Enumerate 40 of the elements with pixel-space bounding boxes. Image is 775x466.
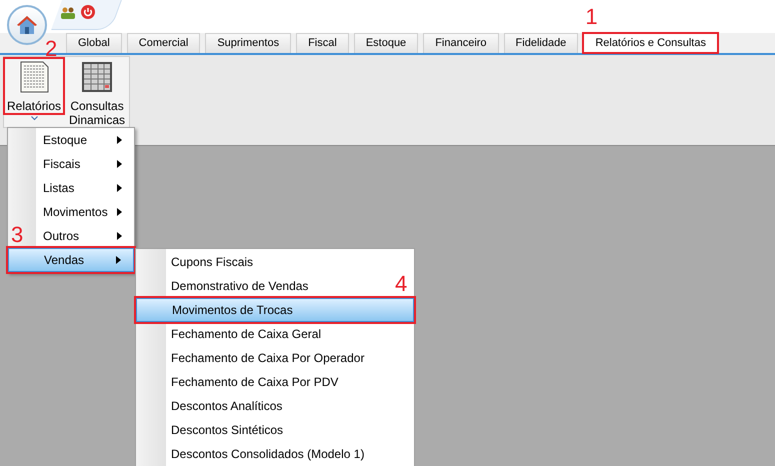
menu-item[interactable]: Fechamento de Caixa Geral bbox=[164, 322, 334, 346]
ribbon-button[interactable]: Relatórios bbox=[5, 59, 64, 113]
menu-item[interactable]: Movimentos bbox=[36, 200, 134, 224]
menu-item[interactable]: Cupons Fiscais bbox=[164, 250, 266, 274]
annotation-number: 4 bbox=[395, 273, 408, 295]
ribbon-tab[interactable]: Fiscal bbox=[296, 33, 349, 53]
users-icon[interactable] bbox=[61, 7, 75, 19]
ribbon-button[interactable]: Consultas Dinamicas bbox=[66, 59, 128, 127]
submenu-arrow-icon bbox=[117, 184, 122, 192]
power-icon[interactable] bbox=[81, 5, 95, 19]
menu-item[interactable]: Vendas bbox=[8, 248, 134, 272]
document-icon bbox=[18, 61, 50, 93]
menu-item[interactable]: Listas bbox=[36, 176, 134, 200]
submenu-arrow-icon bbox=[117, 160, 122, 168]
ribbon-tab[interactable]: Financeiro bbox=[423, 33, 499, 53]
ribbon-tab[interactable]: Relatórios e Consultas bbox=[583, 33, 718, 53]
menu-item[interactable]: Movimentos de Trocas bbox=[136, 298, 414, 322]
ribbon-tab[interactable]: Estoque bbox=[354, 33, 418, 53]
menu-item[interactable]: Descontos Consolidados (Modelo 1) bbox=[164, 442, 376, 466]
ribbon-tab[interactable]: Comercial bbox=[126, 33, 200, 53]
menu-item[interactable]: Estoque bbox=[36, 128, 134, 152]
menu-item[interactable]: Demonstrativo de Vendas bbox=[164, 274, 320, 298]
ribbon-tab[interactable]: Suprimentos bbox=[205, 33, 292, 53]
submenu-arrow-icon bbox=[117, 232, 122, 240]
chevron-down-icon[interactable] bbox=[30, 116, 38, 121]
house-icon bbox=[16, 15, 38, 35]
menu-item[interactable]: Fechamento de Caixa Por PDV bbox=[164, 370, 350, 394]
submenu-arrow-icon bbox=[117, 136, 122, 144]
annotation-number: 3 bbox=[11, 224, 24, 246]
submenu-arrow-icon bbox=[116, 256, 121, 264]
annotation-number: 1 bbox=[585, 6, 598, 28]
ribbon-tab[interactable]: Global bbox=[66, 33, 122, 53]
menu-item[interactable]: Fechamento de Caixa Por Operador bbox=[164, 346, 376, 370]
spreadsheet-icon bbox=[81, 61, 114, 93]
menu-item[interactable]: Descontos Sintéticos bbox=[164, 418, 296, 442]
menu-item[interactable]: Descontos Analíticos bbox=[164, 394, 294, 418]
menu-item[interactable]: Outros bbox=[36, 224, 134, 248]
menu-item[interactable]: Fiscais bbox=[36, 152, 134, 176]
submenu-arrow-icon bbox=[117, 208, 122, 216]
ribbon-tab[interactable]: Fidelidade bbox=[504, 33, 578, 53]
